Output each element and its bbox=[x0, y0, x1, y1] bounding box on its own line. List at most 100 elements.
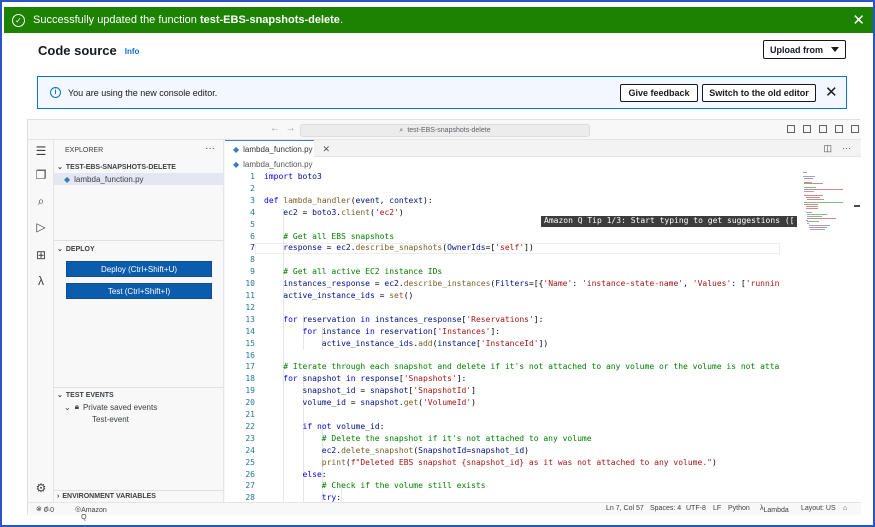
problems-indicator[interactable]: ⊗ 0 ⚠ 0 bbox=[36, 505, 54, 514]
deploy-title: DEPLOY bbox=[65, 245, 95, 253]
folder-header[interactable]: ⌄ TEST-EBS-SNAPSHOTS-DELETE bbox=[57, 163, 176, 172]
line-number: 2 bbox=[250, 183, 255, 193]
code-line: for instance in reservation['Instances']… bbox=[302, 326, 501, 336]
search-icon[interactable]: ⌕ bbox=[34, 194, 48, 208]
chevron-down-icon: ⌄ bbox=[57, 164, 63, 171]
minimap-line bbox=[804, 191, 814, 192]
line-number: 18 bbox=[245, 374, 255, 384]
code-source-header: Code source Info Upload from bbox=[38, 40, 848, 60]
minimap-line bbox=[807, 213, 827, 215]
minimap-line bbox=[807, 198, 824, 200]
notifications-icon[interactable]: ⌂ bbox=[843, 505, 847, 512]
indentation[interactable]: Spaces: 4 bbox=[650, 505, 681, 512]
line-number: 27 bbox=[245, 481, 255, 491]
give-feedback-button[interactable]: Give feedback bbox=[620, 84, 698, 102]
chevron-down-icon: ⌄ bbox=[64, 402, 71, 412]
line-number: 21 bbox=[245, 410, 255, 419]
encoding[interactable]: UTF-8 bbox=[686, 505, 706, 512]
line-number: 25 bbox=[245, 457, 255, 467]
minimap-line bbox=[804, 189, 843, 191]
customize-layout-icon[interactable] bbox=[835, 125, 843, 133]
test-events-header[interactable]: ⌄ TEST EVENTS bbox=[57, 391, 114, 400]
keyboard-layout[interactable]: Layout: US bbox=[801, 505, 836, 512]
code-line: print(f"Deleted EBS snapshot {snapshot_i… bbox=[321, 457, 717, 467]
file-name: lambda_function.py bbox=[74, 174, 144, 184]
amazon-q-tip: Amazon Q Tip 1/3: Start typing to get su… bbox=[541, 216, 798, 227]
line-number: 24 bbox=[245, 445, 255, 455]
code-line: instances_response = ec2.describe_instan… bbox=[283, 279, 780, 289]
private-events-item[interactable]: ⌄ 🔒︎ Private saved events bbox=[64, 402, 157, 412]
settings-gear-icon[interactable]: ⚙ bbox=[34, 481, 48, 495]
menu-icon[interactable]: ☰ bbox=[34, 144, 48, 158]
layout-controls bbox=[787, 125, 859, 133]
test-event-item[interactable]: Test-event bbox=[92, 415, 129, 424]
line-number: 20 bbox=[245, 398, 255, 408]
lambda-runtime[interactable]: λ Lambda bbox=[760, 505, 789, 514]
section-divider bbox=[54, 490, 223, 491]
line-number: 11 bbox=[245, 291, 255, 300]
lambda-icon[interactable]: λ bbox=[34, 274, 48, 288]
command-search[interactable]: ⌕ test-EBS-snapshots-delete bbox=[300, 124, 590, 137]
line-number: 23 bbox=[245, 433, 255, 443]
minimap-line bbox=[808, 225, 830, 227]
minimap-line bbox=[808, 227, 827, 229]
python-file-icon: ◆ bbox=[233, 160, 240, 169]
file-item[interactable]: ◆ lambda_function.py bbox=[54, 173, 223, 185]
section-divider bbox=[54, 387, 223, 388]
minimap-line bbox=[805, 206, 819, 208]
amazon-q-status[interactable]: ◎ Amazon Q bbox=[75, 505, 107, 521]
deploy-button[interactable]: Deploy (Ctrl+Shift+U) bbox=[66, 261, 212, 277]
scrollbar-thumb[interactable] bbox=[854, 205, 860, 207]
minimap-line bbox=[805, 211, 812, 213]
close-icon[interactable]: ✕ bbox=[825, 83, 838, 101]
end-of-line[interactable]: LF bbox=[713, 505, 721, 512]
line-number: 16 bbox=[245, 350, 255, 360]
runtime-label: Lambda bbox=[763, 507, 789, 514]
code-line: # Get all EBS snapshots bbox=[264, 231, 395, 241]
more-icon[interactable]: ··· bbox=[205, 143, 215, 154]
explorer-icon[interactable]: ❐ bbox=[34, 168, 48, 182]
lock-icon: 🔒︎ bbox=[74, 402, 79, 411]
line-number: 6 bbox=[250, 231, 255, 241]
breadcrumb[interactable]: ◆ lambda_function.py bbox=[233, 160, 313, 169]
minimap-line bbox=[804, 194, 824, 196]
code-line: import boto3 bbox=[264, 172, 322, 181]
search-text: test-EBS-snapshots-delete bbox=[407, 127, 491, 134]
toggle-secondary-icon[interactable] bbox=[819, 125, 827, 133]
caret-down-icon bbox=[831, 47, 839, 52]
minimap-line bbox=[807, 221, 820, 223]
test-button[interactable]: Test (Ctrl+Shift+I) bbox=[66, 283, 212, 299]
code-line: active_instance_ids.add(instance['Instan… bbox=[321, 338, 549, 348]
deploy-header[interactable]: ⌄ DEPLOY bbox=[57, 245, 95, 254]
minimap-line bbox=[804, 187, 816, 189]
extensions-icon[interactable]: ⊞ bbox=[34, 248, 48, 262]
info-link[interactable]: Info bbox=[125, 47, 140, 56]
toggle-panel-icon[interactable] bbox=[803, 125, 811, 133]
banner-suffix: . bbox=[339, 14, 343, 26]
line-number: 28 bbox=[245, 493, 255, 502]
code-line: try: bbox=[321, 493, 342, 502]
close-icon[interactable]: ✕ bbox=[323, 144, 331, 155]
minimap-line bbox=[810, 229, 826, 230]
env-vars-header[interactable]: › ENVIRONMENT VARIABLES bbox=[57, 493, 156, 500]
nav-arrows[interactable]: ← → bbox=[270, 123, 296, 134]
activity-bar: ☰ ❐ ⌕ ▷ ⊞ λ ⚙ bbox=[28, 140, 54, 502]
language-mode[interactable]: Python bbox=[728, 505, 750, 512]
toggle-sidebar-icon[interactable] bbox=[787, 125, 795, 133]
code-line: snapshot_id = snapshot['SnapshotId'] bbox=[302, 386, 476, 396]
minimap-line bbox=[804, 202, 843, 204]
minimap[interactable] bbox=[803, 172, 853, 232]
fullscreen-icon[interactable] bbox=[851, 125, 859, 133]
run-debug-icon[interactable]: ▷ bbox=[34, 220, 48, 234]
switch-old-editor-button[interactable]: Switch to the old editor bbox=[702, 84, 816, 102]
more-icon[interactable]: ··· bbox=[842, 143, 851, 154]
line-number: 10 bbox=[245, 279, 255, 289]
banner-prefix: Successfully updated the function bbox=[33, 14, 200, 26]
explorer-sidebar: EXPLORER ··· ⌄ TEST-EBS-SNAPSHOTS-DELETE … bbox=[54, 140, 224, 502]
upload-from-button[interactable]: Upload from bbox=[763, 40, 846, 59]
cursor-position[interactable]: Ln 7, Col 57 bbox=[606, 505, 644, 512]
code-line: # Delete the snapshot if it's not attach… bbox=[264, 433, 592, 443]
split-editor-icon[interactable]: ◫ bbox=[823, 143, 832, 154]
close-icon[interactable]: ✕ bbox=[852, 11, 865, 29]
tab-lambda-function[interactable]: ◆ lambda_function.py ✕ bbox=[225, 140, 330, 157]
